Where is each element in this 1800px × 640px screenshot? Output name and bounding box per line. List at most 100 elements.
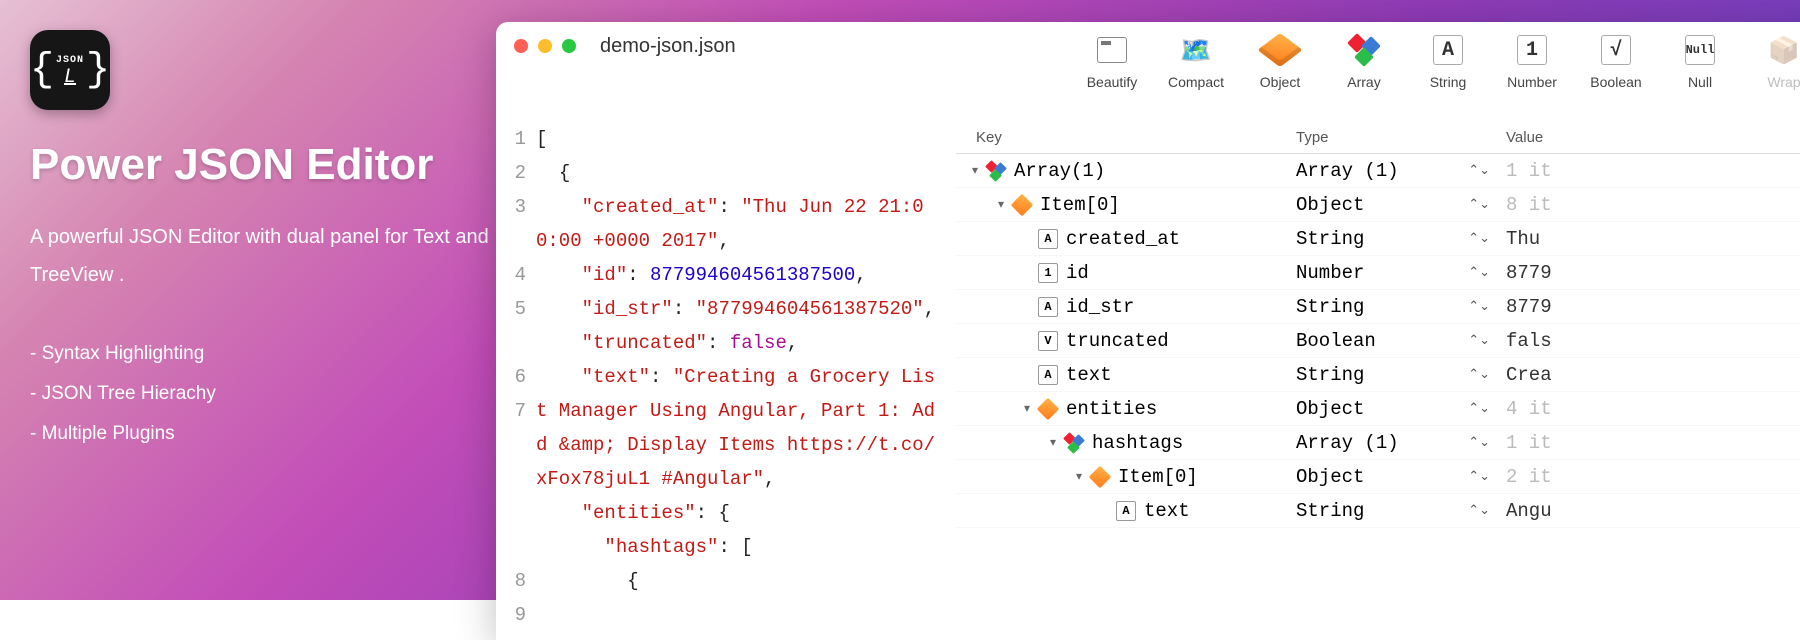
type-select-icon[interactable]: ⌃⌄ [1468, 197, 1490, 212]
code-pane[interactable]: 123 45 67 8910 [ { "created_at": "Thu Ju… [496, 122, 956, 640]
line-gutter: 123 45 67 8910 [496, 122, 536, 640]
disclosure-icon[interactable]: ▾ [1072, 469, 1086, 484]
type-select-icon[interactable]: ⌃⌄ [1468, 435, 1490, 450]
code-text[interactable]: [ { "created_at": "Thu Jun 22 21:00:00 +… [536, 122, 956, 640]
tree-row[interactable]: ▾entitiesObject⌃⌄4 it [956, 392, 1800, 426]
col-type[interactable]: Type [1296, 129, 1506, 146]
tree-row[interactable]: AtextString⌃⌄Crea [956, 358, 1800, 392]
string-button[interactable]: AString [1406, 28, 1490, 94]
tree-value: 1 it [1506, 432, 1800, 454]
disclosure-icon[interactable]: ▾ [968, 163, 982, 178]
toolbar-label: Null [1688, 74, 1712, 90]
zoom-button[interactable] [562, 39, 576, 53]
object-button[interactable]: Object [1238, 28, 1322, 94]
beautify-icon [1094, 32, 1130, 68]
toolbar-label: Wrap [1767, 74, 1800, 90]
tree-key: text [1144, 500, 1190, 522]
type-select-icon[interactable]: ⌃⌄ [1468, 231, 1490, 246]
type-select-icon[interactable]: ⌃⌄ [1468, 265, 1490, 280]
promo-panel: {JSONL} Power JSON Editor A powerful JSO… [30, 30, 490, 454]
tree-row[interactable]: ▾Item[0]Object⌃⌄8 it [956, 188, 1800, 222]
tree-value: 2 it [1506, 466, 1800, 488]
disclosure-icon[interactable]: ▾ [994, 197, 1008, 212]
toolbar-label: String [1430, 74, 1467, 90]
disclosure-icon[interactable]: ▾ [1020, 401, 1034, 416]
tree-type: String [1296, 364, 1364, 386]
compact-button[interactable]: 🗺️ Compact [1154, 28, 1238, 94]
window-controls [514, 39, 576, 53]
wrap-icon: 📦 [1766, 32, 1800, 68]
feature-item: - Multiple Plugins [30, 414, 490, 454]
tree-key: hashtags [1092, 432, 1183, 454]
tree-value: 4 it [1506, 398, 1800, 420]
tree-type: Boolean [1296, 330, 1376, 352]
tree-type: String [1296, 296, 1364, 318]
array-icon [1346, 32, 1382, 68]
tree-type: Object [1296, 398, 1364, 420]
compact-icon: 🗺️ [1178, 32, 1214, 68]
array-button[interactable]: Array [1322, 28, 1406, 94]
tree-type: Object [1296, 466, 1364, 488]
type-select-icon[interactable]: ⌃⌄ [1468, 367, 1490, 382]
number-icon: 1 [1514, 32, 1550, 68]
tree-type: Array (1) [1296, 160, 1399, 182]
close-button[interactable] [514, 39, 528, 53]
promo-features: - Syntax Highlighting - JSON Tree Hierac… [30, 334, 490, 454]
tree-row[interactable]: Acreated_atString⌃⌄Thu [956, 222, 1800, 256]
tree-pane: Key Type Value ▾Array(1)Array (1)⌃⌄1 it▾… [956, 122, 1800, 640]
tree-type: String [1296, 228, 1364, 250]
tree-value: 8779 [1506, 296, 1800, 318]
type-select-icon[interactable]: ⌃⌄ [1468, 401, 1490, 416]
feature-item: - JSON Tree Hierachy [30, 374, 490, 414]
tree-row[interactable]: ▾ Array(1) Array (1) ⌃⌄ 1 it [956, 154, 1800, 188]
toolbar-label: Array [1347, 74, 1380, 90]
toolbar-label: Boolean [1590, 74, 1641, 90]
type-select-icon[interactable]: ⌃⌄ [1468, 333, 1490, 348]
col-key[interactable]: Key [956, 129, 1296, 146]
tree-key: created_at [1066, 228, 1180, 250]
tree-key: Item[0] [1040, 194, 1120, 216]
tree-key: id [1066, 262, 1089, 284]
tree-row[interactable]: ▾hashtagsArray (1)⌃⌄1 it [956, 426, 1800, 460]
disclosure-icon[interactable]: ▾ [1046, 435, 1060, 450]
type-select-icon[interactable]: ⌃⌄ [1468, 503, 1490, 518]
minimize-button[interactable] [538, 39, 552, 53]
toolbar-label: Compact [1168, 74, 1224, 90]
tree-key: Array(1) [1014, 160, 1105, 182]
tree-key: id_str [1066, 296, 1134, 318]
tree-key: truncated [1066, 330, 1169, 352]
tree-row[interactable]: ▾ Item[0] Object ⌃⌄ 2 it [956, 460, 1800, 494]
wrap-button: 📦 Wrap [1742, 28, 1800, 94]
null-icon: Null [1682, 32, 1718, 68]
tree-header: Key Type Value [956, 122, 1800, 154]
null-button[interactable]: Null Null [1658, 28, 1742, 94]
boolean-button[interactable]: √ Boolean [1574, 28, 1658, 94]
tree-type: Object [1296, 194, 1364, 216]
tree-row[interactable]: VtruncatedBoolean⌃⌄fals [956, 324, 1800, 358]
type-select-icon[interactable]: ⌃⌄ [1468, 469, 1490, 484]
tree-value: Crea [1506, 364, 1800, 386]
beautify-button[interactable]: Beautify [1070, 28, 1154, 94]
number-button[interactable]: 1 Number [1490, 28, 1574, 94]
boolean-icon: √ [1598, 32, 1634, 68]
tree-row[interactable]: Aid_strString⌃⌄8779 [956, 290, 1800, 324]
tree-key: text [1066, 364, 1112, 386]
tree-type: String [1296, 500, 1364, 522]
tree-value: Angu [1506, 500, 1800, 522]
type-select-icon[interactable]: ⌃⌄ [1468, 299, 1490, 314]
app-window: demo-json.json Beautify 🗺️ Compact Object Ar… [496, 22, 1800, 640]
window-title: demo-json.json [600, 35, 736, 58]
toolbar-label: Number [1507, 74, 1557, 90]
promo-description: A powerful JSON Editor with dual panel f… [30, 218, 490, 294]
col-value[interactable]: Value [1506, 129, 1800, 146]
tree-row[interactable]: 1idNumber⌃⌄8779 [956, 256, 1800, 290]
type-select-icon[interactable]: ⌃⌄ [1468, 163, 1490, 178]
tree-type: Number [1296, 262, 1364, 284]
tree-body: ▾ Array(1) Array (1) ⌃⌄ 1 it ▾ Item[0] Object ⌃⌄… [956, 154, 1800, 528]
app-icon: {JSONL} [30, 30, 110, 110]
object-icon [1262, 32, 1298, 68]
tree-key: Item[0] [1118, 466, 1198, 488]
tree-row[interactable]: AtextString⌃⌄Angu [956, 494, 1800, 528]
tree-value: 1 it [1506, 160, 1800, 182]
tree-value: fals [1506, 330, 1800, 352]
